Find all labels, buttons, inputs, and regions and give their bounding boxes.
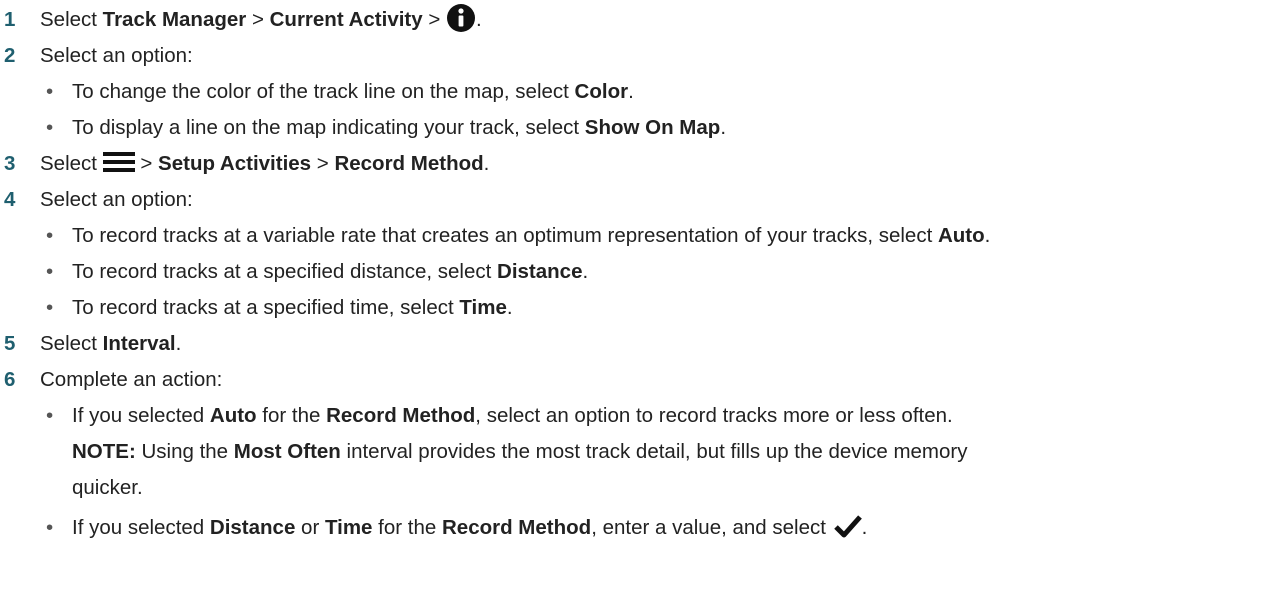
step-number: 5 bbox=[4, 332, 16, 355]
step-number: 3 bbox=[4, 152, 16, 175]
step-text: Select an option: bbox=[40, 188, 193, 211]
text-segment: If you selected bbox=[72, 516, 210, 539]
option-item: • If you selected Auto for the Record Me… bbox=[0, 398, 1283, 434]
option-text: To change the color of the track line on… bbox=[72, 74, 634, 110]
step-number: 6 bbox=[4, 368, 16, 391]
ui-term: Color bbox=[574, 80, 629, 103]
text-segment: To change the color of the track line on… bbox=[72, 80, 575, 103]
step-1: 1 Select Track Manager > Current Activit… bbox=[0, 2, 1283, 38]
ui-term: Record Method bbox=[441, 516, 592, 539]
text-segment: To display a line on the map indicating … bbox=[72, 116, 585, 139]
ui-term: Distance bbox=[209, 516, 296, 539]
text-segment: > bbox=[311, 152, 335, 175]
text-segment: . bbox=[861, 516, 868, 539]
ui-term: Time bbox=[459, 296, 507, 319]
option-item: • If you selected Distance or Time for t… bbox=[0, 510, 1283, 546]
bullet: • bbox=[46, 260, 54, 283]
step-2: 2 Select an option: bbox=[0, 38, 1283, 74]
step-text: Select Interval. bbox=[40, 326, 181, 362]
text-segment: To record tracks at a variable rate that… bbox=[72, 224, 938, 247]
option-text: To record tracks at a specified time, se… bbox=[72, 290, 513, 326]
ui-term: Auto bbox=[937, 224, 985, 247]
hamburger-menu-icon bbox=[102, 152, 135, 173]
text-segment: > bbox=[422, 8, 447, 31]
ui-term: Setup Activities bbox=[158, 152, 312, 175]
text-segment: . bbox=[720, 116, 727, 139]
ui-term: Interval bbox=[102, 332, 176, 355]
text-segment: To record tracks at a specified distance… bbox=[72, 260, 498, 283]
text-segment: Select bbox=[40, 332, 103, 355]
text-segment: > bbox=[134, 152, 159, 175]
step-number: 4 bbox=[4, 188, 16, 211]
info-circle-icon bbox=[447, 3, 476, 32]
option-text: To record tracks at a variable rate that… bbox=[72, 218, 990, 254]
text-segment: . bbox=[483, 152, 490, 175]
option-item: • To change the color of the track line … bbox=[0, 74, 1283, 110]
text-segment: Select bbox=[40, 8, 103, 31]
text-segment: or bbox=[295, 516, 325, 539]
text-segment: for the bbox=[256, 404, 327, 427]
bullet: • bbox=[46, 80, 54, 103]
note-label: NOTE: bbox=[72, 440, 136, 463]
ui-term: Record Method bbox=[326, 404, 476, 427]
step-text: Select an option: bbox=[40, 44, 193, 67]
ui-term: Distance bbox=[497, 260, 583, 283]
text-segment: Using the bbox=[135, 440, 234, 463]
checkmark-icon bbox=[833, 514, 862, 538]
note-text: quicker. bbox=[72, 476, 143, 499]
ui-term: Record Method bbox=[334, 152, 484, 175]
text-segment: . bbox=[582, 260, 589, 283]
text-segment: , enter a value, and select bbox=[591, 516, 832, 539]
text-segment: . bbox=[175, 332, 182, 355]
text-segment: > bbox=[246, 8, 270, 31]
bullet: • bbox=[46, 516, 54, 539]
note-line: NOTE: Using the Most Often interval prov… bbox=[0, 434, 1283, 470]
option-text: If you selected Auto for the Record Meth… bbox=[72, 398, 953, 434]
step-number: 1 bbox=[4, 8, 16, 31]
ui-term: Auto bbox=[209, 404, 257, 427]
step-number: 2 bbox=[4, 44, 16, 67]
text-segment: , select an option to record tracks more… bbox=[475, 404, 953, 427]
option-item: • To record tracks at a specified distan… bbox=[0, 254, 1283, 290]
ui-term: Track Manager bbox=[102, 8, 247, 31]
option-item: • To display a line on the map indicatin… bbox=[0, 110, 1283, 146]
option-text: To record tracks at a specified distance… bbox=[72, 254, 588, 290]
ui-term: Current Activity bbox=[269, 8, 423, 31]
step-text: Select > Setup Activities > Record Metho… bbox=[40, 146, 489, 182]
bullet: • bbox=[46, 116, 54, 139]
ui-term: Show On Map bbox=[584, 116, 721, 139]
text-segment: interval provides the most track detail,… bbox=[340, 440, 968, 463]
step-6: 6 Complete an action: bbox=[0, 362, 1283, 398]
option-item: • To record tracks at a specified time, … bbox=[0, 290, 1283, 326]
bullet: • bbox=[46, 296, 54, 319]
note-line-continued: quicker. bbox=[0, 470, 1283, 506]
ui-term: Time bbox=[324, 516, 373, 539]
text-segment: . bbox=[984, 224, 991, 247]
text-segment: . bbox=[628, 80, 634, 103]
ui-term: Most Often bbox=[233, 440, 341, 463]
step-4: 4 Select an option: bbox=[0, 182, 1283, 218]
text-segment: for the bbox=[372, 516, 442, 539]
option-text: If you selected Distance or Time for the… bbox=[72, 510, 867, 546]
text-segment: If you selected bbox=[72, 404, 210, 427]
text-segment: . bbox=[476, 8, 482, 31]
option-item: • To record tracks at a variable rate th… bbox=[0, 218, 1283, 254]
text-segment: To record tracks at a specified time, se… bbox=[72, 296, 460, 319]
step-text: Select Track Manager > Current Activity … bbox=[40, 2, 482, 38]
bullet: • bbox=[46, 404, 54, 427]
note-text: NOTE: Using the Most Often interval prov… bbox=[72, 434, 968, 470]
text-segment: Select bbox=[40, 152, 103, 175]
step-text: Complete an action: bbox=[40, 368, 223, 391]
option-text: To display a line on the map indicating … bbox=[72, 110, 726, 146]
bullet: • bbox=[46, 224, 54, 247]
step-5: 5 Select Interval. bbox=[0, 326, 1283, 362]
text-segment: . bbox=[506, 296, 513, 319]
step-3: 3 Select > Setup Activities > Record Met… bbox=[0, 146, 1283, 182]
